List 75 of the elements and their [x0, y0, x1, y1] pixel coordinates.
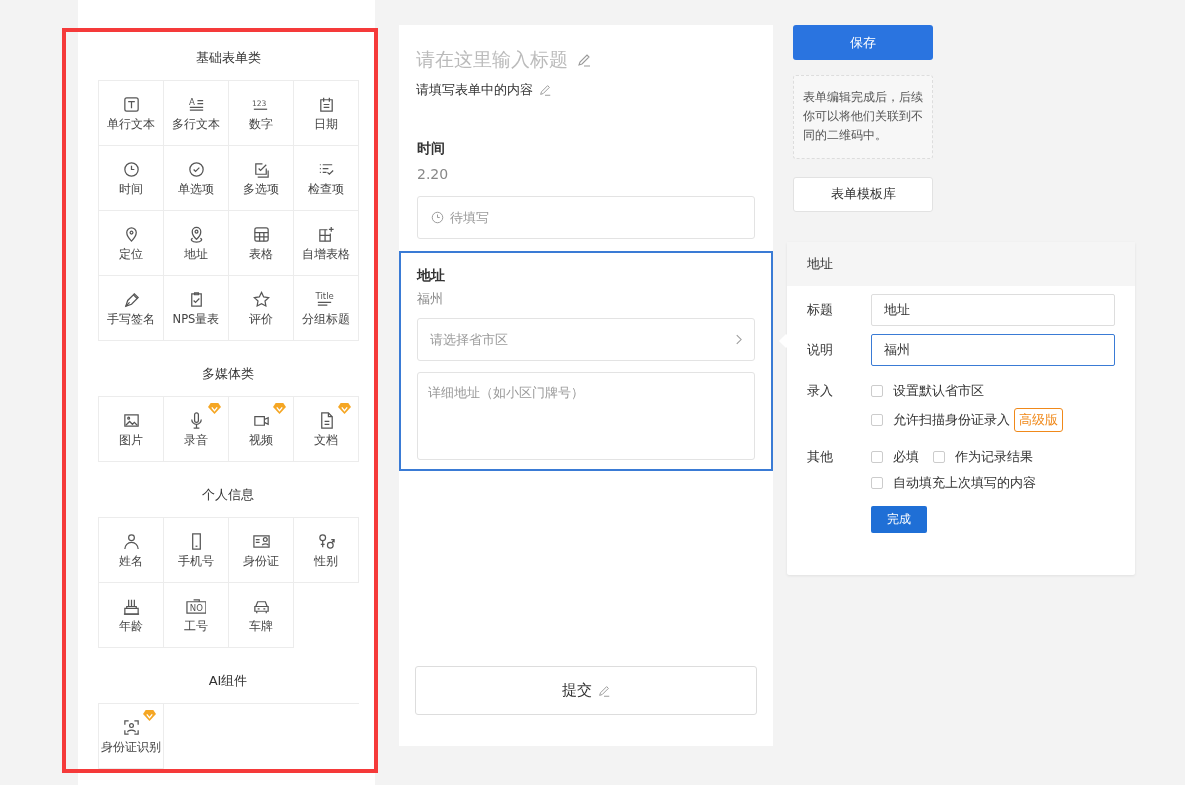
option-label[interactable]: 自动填充上次填写的内容: [893, 474, 1036, 492]
person-icon: [121, 531, 141, 551]
field-title: 地址: [417, 267, 446, 285]
component-tile[interactable]: 定位: [99, 211, 164, 276]
component-tile[interactable]: 地址: [164, 211, 229, 276]
field-label: 标题: [807, 301, 834, 319]
done-button[interactable]: 完成: [871, 506, 927, 533]
option-label[interactable]: 允许扫描身份证录入: [893, 411, 1010, 429]
component-tile[interactable]: 手写签名: [99, 276, 164, 341]
description-input[interactable]: 福州: [871, 334, 1115, 366]
component-tile[interactable]: 姓名: [99, 518, 164, 583]
save-button[interactable]: 保存: [793, 25, 933, 60]
check-circle-icon: [186, 159, 206, 179]
component-tile[interactable]: 检查项: [294, 146, 359, 211]
checkbox[interactable]: [871, 385, 883, 397]
group-heading: AI组件: [207, 672, 249, 690]
component-tile[interactable]: 表格: [229, 211, 294, 276]
star-icon: [251, 289, 271, 309]
component-tile[interactable]: Title 分组标题: [294, 276, 359, 341]
pencil-icon: [596, 683, 611, 698]
face-scan-icon: [121, 717, 141, 737]
option-label[interactable]: 设置默认省市区: [893, 382, 984, 400]
text-box-icon: [121, 94, 141, 114]
component-tile[interactable]: 性别: [294, 518, 359, 583]
form-field[interactable]: 时间 2.20 待填写: [399, 124, 773, 251]
checkbox[interactable]: [933, 451, 945, 463]
gender-icon: [316, 531, 336, 551]
title-input[interactable]: 地址: [871, 294, 1115, 326]
chevron-right-icon: [735, 334, 742, 345]
checkbox[interactable]: [871, 451, 883, 463]
component-tile[interactable]: 评价: [229, 276, 294, 341]
component-tile[interactable]: 车牌: [229, 583, 294, 648]
component-tile[interactable]: 单选项: [164, 146, 229, 211]
clock-icon: [430, 210, 445, 225]
component-tile[interactable]: 身份证: [229, 518, 294, 583]
component-tile[interactable]: 多选项: [229, 146, 294, 211]
panel-header: 地址: [787, 242, 1135, 286]
component-tile[interactable]: 自增表格: [294, 211, 359, 276]
group-heading: 基础表单类: [194, 49, 262, 67]
checkbox[interactable]: [871, 414, 883, 426]
field-description: 2.20: [417, 166, 450, 182]
component-tile[interactable]: 身份证识别: [99, 704, 164, 769]
table-plus-icon: [316, 224, 336, 244]
component-tile[interactable]: 图片: [99, 397, 164, 462]
component-tile[interactable]: 时间: [99, 146, 164, 211]
form-subtitle[interactable]: 请填写表单中的内容: [416, 81, 533, 99]
premium-tag: 高级版: [1014, 408, 1063, 432]
table-icon: [251, 224, 271, 244]
field-description: 福州: [417, 291, 444, 308]
field-label: 说明: [807, 341, 834, 359]
clock-icon: [121, 159, 141, 179]
checkbox[interactable]: [871, 477, 883, 489]
component-tile[interactable]: 123 数字: [229, 81, 294, 146]
pencil-icon[interactable]: [576, 52, 592, 68]
submit-button[interactable]: 提交: [415, 666, 757, 715]
component-tile[interactable]: 年龄: [99, 583, 164, 648]
component-tile[interactable]: A 多行文本: [164, 81, 229, 146]
component-tile[interactable]: 单行文本: [99, 81, 164, 146]
field-title: 时间: [417, 140, 446, 158]
pencil-icon[interactable]: [538, 83, 552, 97]
component-tile[interactable]: 日期: [294, 81, 359, 146]
component-tile[interactable]: 手机号: [164, 518, 229, 583]
option-label[interactable]: 必填: [893, 448, 919, 466]
group-heading: 个人信息: [201, 486, 255, 504]
field-label: 录入: [807, 382, 834, 400]
option-label[interactable]: 作为记录结果: [955, 448, 1033, 466]
component-tile[interactable]: 录音: [164, 397, 229, 462]
component-tile[interactable]: NPS量表: [164, 276, 229, 341]
field-label: 其他: [807, 448, 834, 466]
template-library-button[interactable]: 表单模板库: [793, 176, 933, 212]
component-tile[interactable]: 文档: [294, 397, 359, 462]
group-heading: 多媒体类: [201, 365, 255, 383]
hint-text: 表单编辑完成后，后续你可以将他们关联到不同的二维码中。: [793, 75, 933, 159]
component-tile[interactable]: 视频: [229, 397, 294, 462]
component-tile[interactable]: NO 工号: [164, 583, 229, 648]
